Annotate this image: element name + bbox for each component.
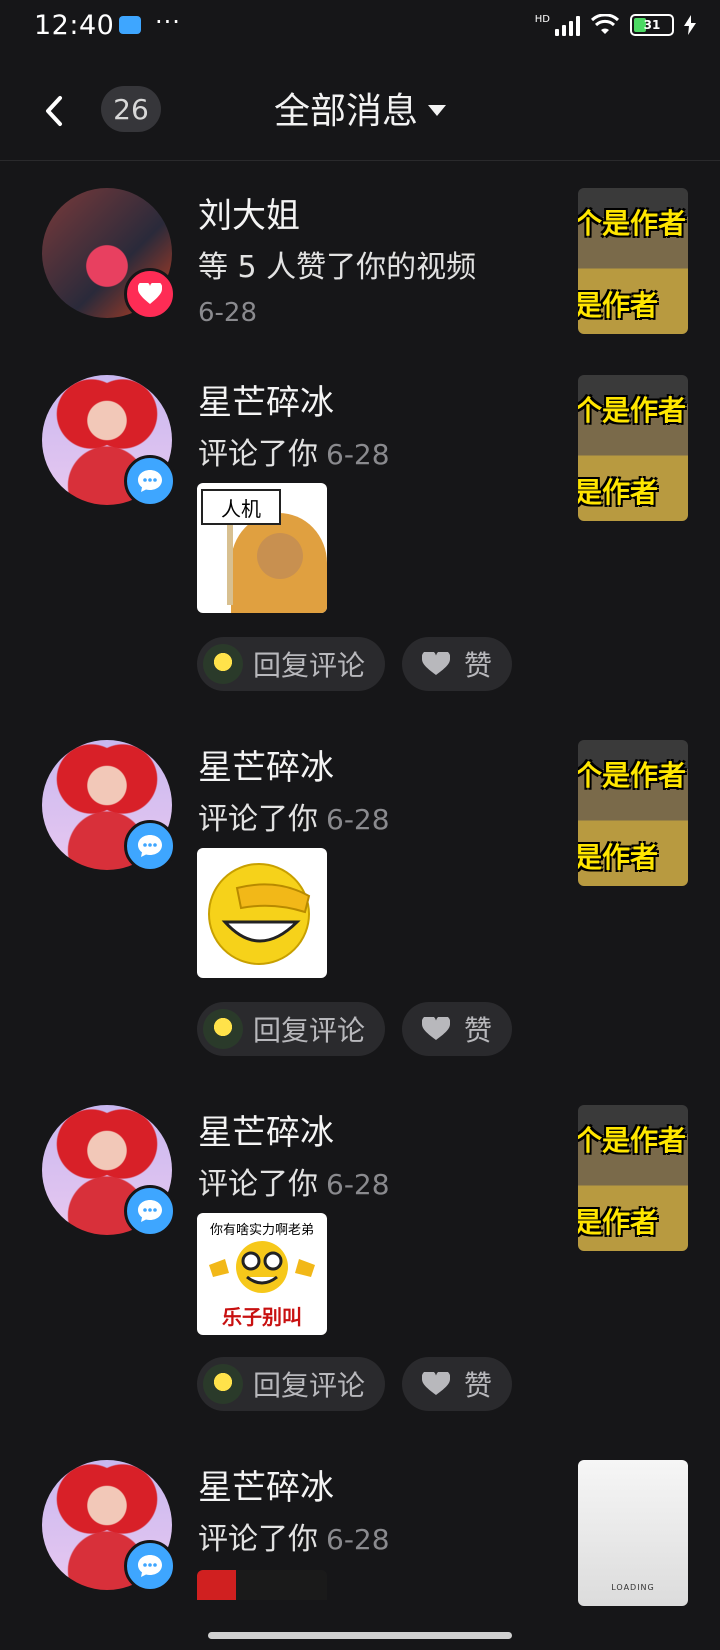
reply-comment-button[interactable]: 回复评论 <box>197 1357 385 1411</box>
caret-down-icon <box>428 104 446 116</box>
wifi-icon <box>590 14 620 34</box>
notification-item[interactable]: 星芒碎冰 评论了你 6-28 人机 回复评论 赞 个是作者 是作者 <box>0 375 720 695</box>
reply-label: 回复评论 <box>253 649 366 682</box>
status-bar: 12:40 ··· HD 31 <box>0 0 720 52</box>
notification-item[interactable]: 刘大姐 等 5 人赞了你的视频 6-28 个是作者 是作者 <box>0 188 720 338</box>
thumb-caption-bottom: 是作者 <box>578 476 659 509</box>
reply-comment-button[interactable]: 回复评论 <box>197 637 385 691</box>
notification-text: 评论了你 6-28 <box>198 1159 390 1203</box>
page-title: 全部消息 <box>273 91 418 132</box>
heart-icon <box>422 1017 450 1040</box>
user-name[interactable]: 星芒碎冰 <box>198 1105 334 1154</box>
top-bar: 26 全部消息 <box>0 60 720 161</box>
message-filter-dropdown[interactable]: 全部消息 <box>0 82 720 134</box>
thumb-caption-top: 个是作者 <box>578 759 687 792</box>
thumb-caption-top: 个是作者 <box>578 1124 687 1157</box>
thumb-caption-bottom: 是作者 <box>578 1206 659 1239</box>
thumb-caption-bottom: 是作者 <box>578 841 659 874</box>
status-time: 12:40 <box>34 10 115 41</box>
video-thumbnail[interactable]: 个是作者 是作者 <box>578 740 688 886</box>
comment-icon <box>124 1540 176 1592</box>
grinning-emoji-icon <box>208 863 311 965</box>
heart-icon <box>124 268 176 320</box>
comment-icon <box>124 1185 176 1237</box>
video-thumbnail[interactable]: 个是作者 是作者 <box>578 375 688 521</box>
comment-icon <box>124 820 176 872</box>
notification-date: 6-28 <box>326 1523 390 1556</box>
heart-icon <box>422 652 450 675</box>
reply-label: 回复评论 <box>253 1369 366 1402</box>
sticker-caption-bottom: 乐子别叫 <box>222 1305 302 1329</box>
reply-label: 回复评论 <box>253 1014 366 1047</box>
my-avatar <box>203 644 243 684</box>
my-avatar <box>203 1009 243 1049</box>
notification-item[interactable]: 星芒碎冰 评论了你 6-28 回复评论 赞 个是作者 是作者 <box>0 740 720 1060</box>
avatar[interactable] <box>42 740 176 872</box>
like-comment-button[interactable]: 赞 <box>402 1357 512 1411</box>
cloud-icon <box>119 16 141 34</box>
notification-item[interactable]: 星芒碎冰 评论了你 6-28 你有啥实力啊老弟 乐子别叫 回复评论 赞 个是作者 … <box>0 1105 720 1411</box>
more-notifications-icon: ··· <box>155 8 181 36</box>
video-thumbnail[interactable]: 个是作者 是作者 <box>578 1105 688 1251</box>
comment-sticker[interactable]: 人机 <box>197 483 327 613</box>
nerd-emoji-icon <box>209 1241 315 1293</box>
network-type: HD <box>534 14 550 25</box>
notification-action: 评论了你 <box>198 1522 318 1557</box>
avatar[interactable] <box>42 1105 176 1237</box>
my-avatar <box>203 1364 243 1404</box>
reply-comment-button[interactable]: 回复评论 <box>197 1002 385 1056</box>
notification-text: 评论了你 6-28 <box>198 429 390 473</box>
thumb-caption-top: 个是作者 <box>578 207 687 240</box>
charging-icon <box>684 15 696 35</box>
like-label: 赞 <box>464 1369 493 1402</box>
avatar[interactable] <box>42 188 176 320</box>
user-name[interactable]: 星芒碎冰 <box>198 1460 334 1509</box>
notification-text: 评论了你 6-28 <box>198 794 390 838</box>
heart-icon <box>422 1372 450 1395</box>
thumb-caption-top: 个是作者 <box>578 394 687 427</box>
notification-date: 6-28 <box>198 298 258 328</box>
user-name[interactable]: 刘大姐 <box>198 188 300 237</box>
thumb-caption-bottom: 是作者 <box>578 289 659 322</box>
home-indicator[interactable] <box>208 1632 512 1639</box>
comment-sticker[interactable]: 你有啥实力啊老弟 乐子别叫 <box>197 1213 327 1335</box>
sign-text: 人机 <box>201 489 281 525</box>
like-comment-button[interactable]: 赞 <box>402 637 512 691</box>
notification-date: 6-28 <box>326 803 390 836</box>
video-thumbnail[interactable]: LOADING <box>578 1460 688 1606</box>
video-thumbnail[interactable]: 个是作者 是作者 <box>578 188 688 334</box>
avatar[interactable] <box>42 375 176 507</box>
comment-sticker[interactable] <box>197 848 327 978</box>
like-comment-button[interactable]: 赞 <box>402 1002 512 1056</box>
sticker-caption-top: 你有啥实力啊老弟 <box>209 1223 314 1238</box>
user-name[interactable]: 星芒碎冰 <box>198 375 334 424</box>
like-label: 赞 <box>464 649 493 682</box>
like-label: 赞 <box>464 1014 493 1047</box>
battery-icon: 31 <box>630 14 674 36</box>
notification-item[interactable]: 星芒碎冰 评论了你 6-28 LOADING <box>0 1460 720 1620</box>
notification-text: 评论了你 6-28 <box>198 1514 390 1558</box>
avatar[interactable] <box>42 1460 176 1592</box>
notification-action: 评论了你 <box>198 802 318 837</box>
thumb-loading-text: LOADING <box>611 1583 655 1592</box>
notification-action: 评论了你 <box>198 1167 318 1202</box>
notification-action: 评论了你 <box>198 437 318 472</box>
user-name[interactable]: 星芒碎冰 <box>198 740 334 789</box>
notification-date: 6-28 <box>326 1168 390 1201</box>
comment-sticker[interactable] <box>197 1570 327 1600</box>
signal-icon: HD <box>535 14 580 36</box>
battery-level: 31 <box>643 18 661 32</box>
comment-icon <box>124 455 176 507</box>
notification-text: 等 5 人赞了你的视频 <box>198 250 477 285</box>
notification-date: 6-28 <box>326 438 390 471</box>
